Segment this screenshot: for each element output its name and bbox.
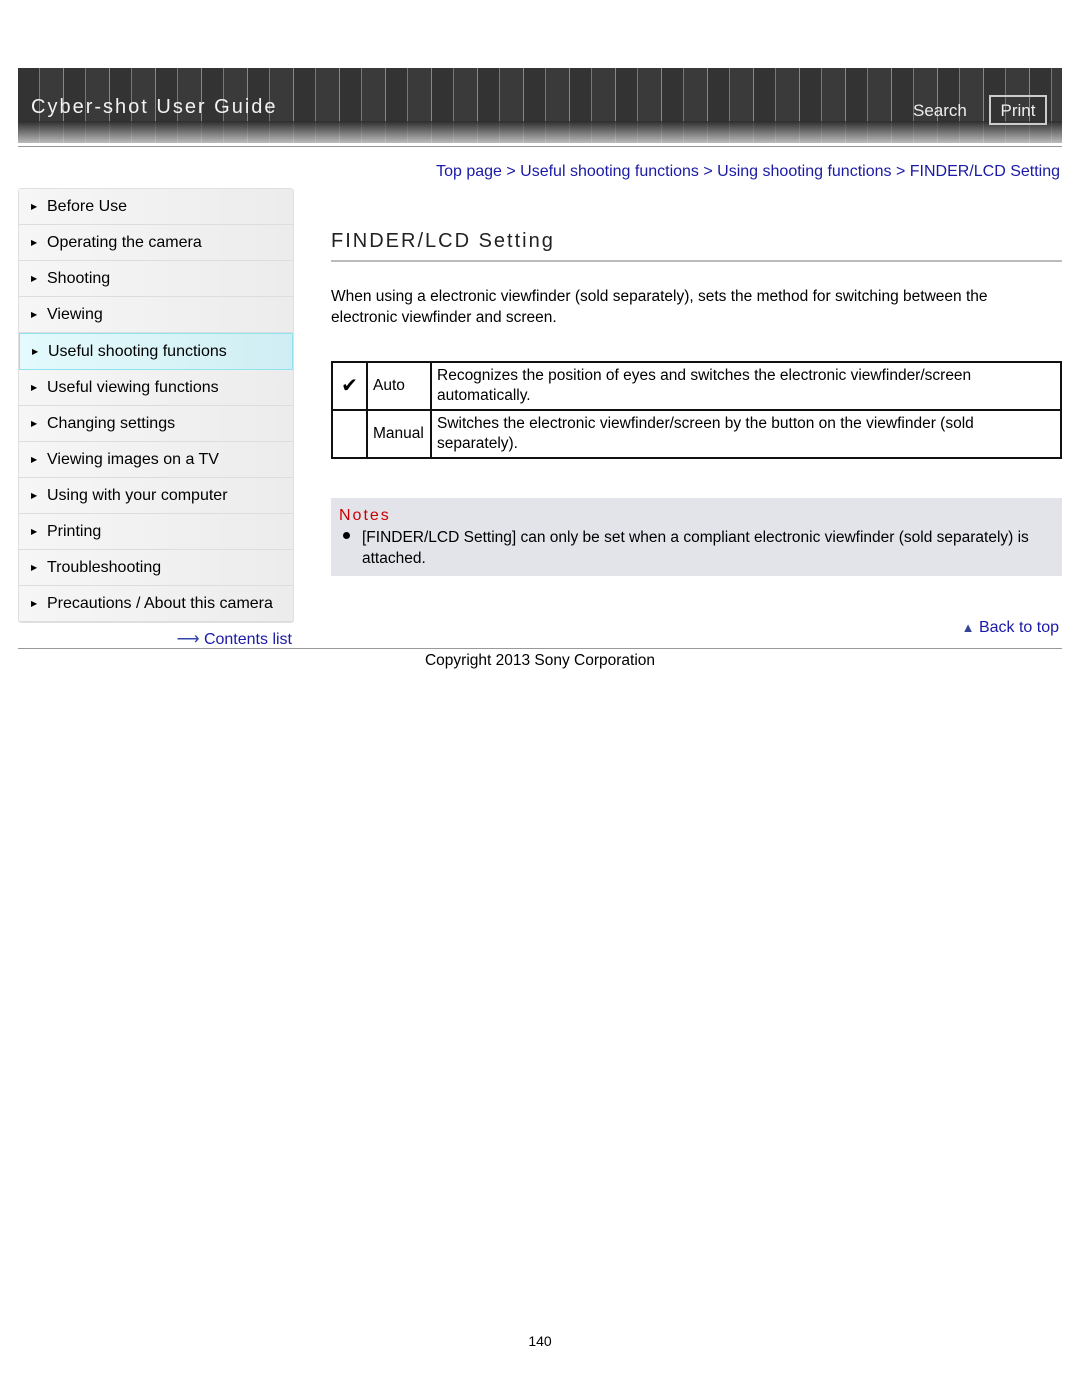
triangle-right-icon: ▶ (31, 202, 38, 211)
table-row: Manual Switches the electronic viewfinde… (331, 409, 1062, 459)
triangle-right-icon: ▶ (31, 491, 38, 500)
sidebar-item[interactable]: ▶ Changing settings (19, 406, 293, 442)
page-title: FINDER/LCD Setting (331, 230, 555, 252)
triangle-right-icon: ▶ (31, 274, 38, 283)
contents-list-label: Contents list (203, 631, 292, 648)
search-button[interactable]: Search (913, 101, 967, 121)
breadcrumb-top-page[interactable]: Top page (436, 163, 502, 180)
sidebar-item-label: Using with your computer (47, 487, 228, 504)
sidebar: ▶ Before Use ▶ Operating the camera ▶ Shootin… (18, 188, 294, 623)
sidebar-item-label: Operating the camera (47, 234, 202, 251)
option-name: Auto (366, 361, 432, 411)
table-row: ✔ Auto Recognizes the position of eyes a… (331, 361, 1062, 411)
triangle-right-icon: ▶ (31, 419, 38, 428)
sidebar-item[interactable]: ▶ Printing (19, 514, 293, 550)
contents-list-link[interactable]: ⟶ Contents list (177, 629, 292, 649)
triangle-right-icon: ▶ (31, 455, 38, 464)
triangle-right-icon: ▶ (31, 563, 38, 572)
triangle-up-icon: ▲ (961, 620, 975, 635)
sidebar-item-label: Printing (47, 523, 102, 540)
sidebar-item-label: Viewing (47, 306, 103, 323)
options-table: ✔ Auto Recognizes the position of eyes a… (331, 361, 1062, 459)
triangle-right-icon: ▶ (31, 527, 38, 536)
breadcrumb-using-shooting[interactable]: Using shooting functions (717, 163, 891, 180)
sidebar-item-label: Useful viewing functions (47, 379, 219, 396)
option-name: Manual (366, 409, 432, 459)
empty-cell (331, 409, 368, 459)
triangle-right-icon: ▶ (31, 383, 38, 392)
sidebar-item[interactable]: ▶ Shooting (19, 261, 293, 297)
breadcrumb-useful-shooting[interactable]: Useful shooting functions (520, 163, 699, 180)
copyright: Copyright 2013 Sony Corporation (424, 652, 656, 669)
sidebar-item[interactable]: ▶ Useful shooting functions (19, 333, 293, 370)
bullet-icon (343, 532, 350, 539)
triangle-right-icon: ▶ (31, 310, 38, 319)
checkmark-icon: ✔ (331, 361, 368, 411)
sidebar-item-label: Viewing images on a TV (47, 451, 219, 468)
note-item: [FINDER/LCD Setting] can only be set whe… (362, 529, 1029, 567)
sidebar-item-label: Shooting (47, 270, 111, 287)
header-banner: Cyber-shot User Guide Search Print (18, 68, 1062, 143)
triangle-right-icon: ▶ (31, 238, 38, 247)
sidebar-item[interactable]: ▶ Using with your computer (19, 478, 293, 514)
sidebar-item-label: Troubleshooting (47, 559, 162, 576)
sidebar-item-label: Precautions / About this camera (47, 595, 273, 612)
sidebar-item[interactable]: ▶ Viewing (19, 297, 293, 333)
footer-divider (18, 648, 1062, 649)
notes-box: Notes [FINDER/LCD Setting] can only be s… (331, 498, 1062, 576)
page-number: 140 (528, 1333, 552, 1349)
back-to-top-label: Back to top (978, 619, 1059, 636)
print-button[interactable]: Print (989, 95, 1047, 125)
sidebar-item[interactable]: ▶ Operating the camera (19, 225, 293, 261)
title-underline (331, 260, 1062, 262)
option-desc: Recognizes the position of eyes and swit… (430, 361, 1062, 411)
sidebar-item[interactable]: ▶ Before Use (19, 189, 293, 225)
option-desc: Switches the electronic viewfinder/scree… (430, 409, 1062, 459)
sidebar-item-label: Changing settings (47, 415, 176, 432)
sidebar-item[interactable]: ▶ Troubleshooting (19, 550, 293, 586)
divider (18, 146, 1062, 147)
back-to-top-link[interactable]: ▲ Back to top (962, 619, 1059, 637)
sidebar-item[interactable]: ▶ Useful viewing functions (19, 370, 293, 406)
breadcrumb-current[interactable]: FINDER/LCD Setting (910, 163, 1060, 180)
triangle-right-icon: ▶ (32, 347, 39, 356)
intro-text: When using a electronic viewfinder (sold… (331, 288, 988, 326)
sidebar-item-label: Before Use (47, 198, 128, 215)
triangle-right-icon: ▶ (31, 599, 38, 608)
notes-title: Notes (339, 507, 391, 524)
sidebar-item[interactable]: ▶ Precautions / About this camera (19, 586, 293, 622)
arrow-right-icon: ⟶ (176, 631, 200, 648)
sidebar-item[interactable]: ▶ Viewing images on a TV (19, 442, 293, 478)
breadcrumb: Top page > Useful shooting functions > U… (436, 163, 1060, 180)
guide-title: Cyber-shot User Guide (31, 96, 278, 118)
sidebar-item-label: Useful shooting functions (48, 343, 227, 360)
